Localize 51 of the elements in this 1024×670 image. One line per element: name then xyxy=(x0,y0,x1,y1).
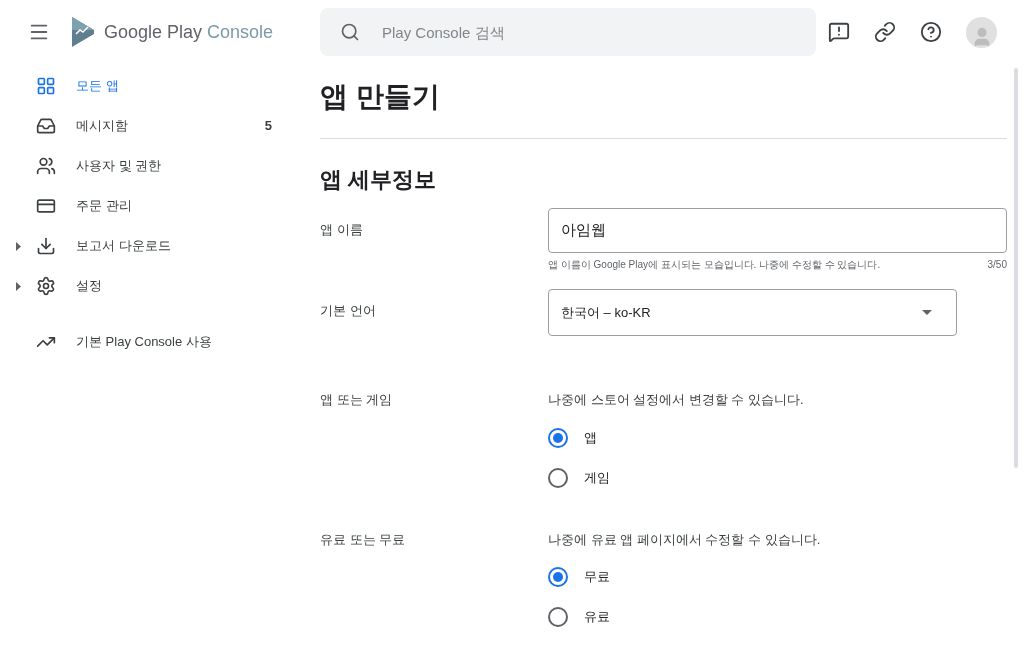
character-counter: 3/50 xyxy=(987,258,1007,272)
sidebar-item[interactable]: 사용자 및 권한 xyxy=(0,146,320,186)
radio-label: 유료 xyxy=(584,608,610,627)
sidebar-item[interactable]: 보고서 다운로드 xyxy=(0,226,320,266)
play-console-logo-icon xyxy=(70,16,96,48)
field-label: 유료 또는 무료 xyxy=(320,530,407,549)
sidebar-item[interactable]: 기본 Play Console 사용 xyxy=(0,322,320,362)
radio-button[interactable] xyxy=(548,567,568,587)
sidebar-label: 보고서 다운로드 xyxy=(76,237,172,256)
sidebar-label: 설정 xyxy=(76,277,103,296)
helper-text: 앱 이름이 Google Play에 표시되는 모습입니다. 나중에 수정할 수 있습니다. xyxy=(548,258,881,272)
sidebar-label: 주문 관리 xyxy=(76,197,133,216)
radio-label: 무료 xyxy=(584,568,610,587)
expand-arrow-icon[interactable] xyxy=(15,241,21,251)
credit-card-icon xyxy=(36,196,56,216)
search-icon xyxy=(340,22,360,42)
sidebar-item[interactable]: 주문 관리 xyxy=(0,186,320,226)
page-title: 앱 만들기 xyxy=(320,76,1007,139)
people-icon xyxy=(36,156,56,176)
radio-button[interactable] xyxy=(548,607,568,627)
radio-label: 앱 xyxy=(584,428,597,447)
download-icon xyxy=(36,236,56,256)
field-label: 앱 이름 xyxy=(320,221,364,239)
sidebar-item[interactable]: 메시지함 5 xyxy=(0,106,320,146)
dropdown-caret-icon xyxy=(922,310,932,315)
expand-arrow-icon[interactable] xyxy=(15,281,21,291)
app-name-field[interactable]: 아임웹 xyxy=(548,208,1007,253)
feedback-icon[interactable] xyxy=(828,21,850,43)
language-dropdown[interactable]: 한국어 – ko-KR xyxy=(548,289,957,336)
sidebar-item[interactable]: 모든 앱 xyxy=(0,66,320,106)
settings-icon xyxy=(36,276,56,296)
radio-label: 게임 xyxy=(584,468,610,487)
apps-grid-icon xyxy=(36,76,56,96)
section-title: 앱 세부정보 xyxy=(320,166,438,194)
sidebar-label: 기본 Play Console 사용 xyxy=(76,333,212,352)
radio-button[interactable] xyxy=(548,427,568,448)
radio-button[interactable] xyxy=(548,467,568,488)
field-label: 기본 언어 xyxy=(320,302,377,320)
unread-count: 5 xyxy=(264,117,272,136)
field-description: 나중에 스토어 설정에서 변경할 수 있습니다. xyxy=(548,391,805,409)
sidebar-label: 사용자 및 권한 xyxy=(76,157,163,176)
link-icon[interactable] xyxy=(874,21,896,43)
inbox-icon xyxy=(36,116,56,136)
search-field[interactable]: Play Console 검색 xyxy=(320,8,816,56)
field-label: 앱 또는 게임 xyxy=(320,391,394,409)
sidebar-label: 모든 앱 xyxy=(76,77,120,96)
brand-name: Google Play Console xyxy=(104,20,274,44)
field-description: 나중에 유료 앱 페이지에서 수정할 수 있습니다. xyxy=(548,530,822,549)
sidebar-label: 메시지함 xyxy=(76,117,129,136)
help-icon[interactable] xyxy=(920,21,942,43)
sidebar-item[interactable]: 설정 xyxy=(0,266,320,306)
